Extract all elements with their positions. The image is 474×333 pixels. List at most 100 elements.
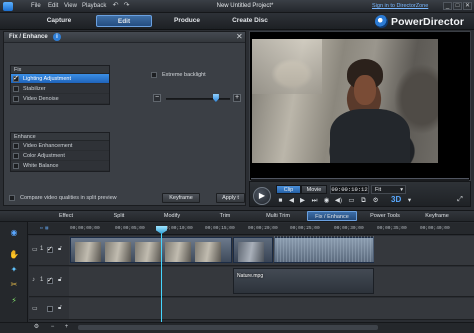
chevron-down-icon[interactable]: ▾ — [405, 196, 414, 205]
clip-waveform — [274, 236, 374, 262]
audio-track-icon: ♪ — [32, 277, 35, 283]
white-balance-checkbox[interactable] — [13, 163, 19, 169]
enhance-item-video-enhancement[interactable]: Video Enhancement — [11, 141, 109, 151]
video-clip-2[interactable] — [233, 237, 273, 263]
tab-keyframe[interactable]: Keyframe — [416, 211, 458, 221]
3d-mode-icon[interactable]: 3D — [391, 195, 401, 204]
close-button[interactable]: ✕ — [463, 2, 472, 10]
effect-room-icon[interactable]: ✦ — [9, 265, 19, 275]
audio-clip[interactable]: Nature.mpg — [233, 268, 374, 294]
clip-thumbnail — [238, 242, 264, 262]
track-3-lane[interactable] — [69, 298, 474, 320]
tab-multi-trim[interactable]: Multi Trim — [258, 211, 298, 221]
movie-mode-button[interactable]: Movie — [301, 185, 327, 194]
video-track-header: ▭ 1 🔓︎ — [29, 236, 69, 266]
redo-icon[interactable]: ↷ — [122, 2, 131, 10]
lighting-adjustment-checkbox[interactable] — [13, 74, 19, 84]
volume-icon[interactable]: ◀) — [334, 196, 343, 205]
compare-split-preview-checkbox[interactable] — [9, 195, 15, 201]
document-title: New Untitled Project* — [216, 3, 274, 9]
video-subject-body — [330, 109, 410, 163]
extreme-backlight-checkbox[interactable] — [151, 72, 157, 78]
hand-tool-icon[interactable]: ✋ — [9, 250, 19, 260]
split-tool-icon[interactable]: ✂ — [9, 280, 19, 290]
timeline-view-toggle[interactable]: ▭ ▤ — [40, 226, 48, 231]
track-3-icon: ▭ — [32, 306, 38, 312]
audio-track-enable-checkbox[interactable] — [47, 276, 53, 284]
video-background — [252, 39, 322, 94]
menu-playback[interactable]: Playback — [82, 3, 106, 9]
settings-icon[interactable]: ⚙ — [371, 196, 380, 205]
timeline-scrollbar[interactable] — [78, 325, 378, 330]
zoom-in-icon[interactable]: + — [62, 323, 71, 332]
expand-preview-icon[interactable]: ⤢ — [455, 195, 465, 204]
timecode-display[interactable]: 00:00:10:12 — [330, 185, 369, 194]
video-track-enable-checkbox[interactable] — [47, 245, 53, 253]
menu-file[interactable]: File — [31, 3, 41, 9]
track-manager-icon[interactable]: ⚙ — [32, 323, 41, 332]
timeline-view-icon[interactable]: ◉ — [9, 228, 19, 238]
tick-label: 00;00;40;00 — [420, 226, 450, 231]
enhance-item-color-adjustment[interactable]: Color Adjustment — [11, 151, 109, 161]
tick-label: 00;00;10;00 — [163, 226, 193, 231]
zoom-out-icon[interactable]: − — [48, 323, 57, 332]
tab-trim[interactable]: Trim — [207, 211, 243, 221]
fix-item-stabilizer[interactable]: Stabilizer — [11, 84, 109, 94]
video-enhancement-checkbox[interactable] — [13, 143, 19, 149]
tab-fix-enhance[interactable]: Fix / Enhance — [307, 211, 357, 221]
tick-label: 00;00;25;00 — [290, 226, 320, 231]
fix-item-lighting-adjustment[interactable]: Lighting Adjustment — [11, 74, 109, 84]
tab-power-tools[interactable]: Power Tools — [363, 211, 407, 221]
track-3-enable-checkbox[interactable] — [47, 306, 53, 312]
tick-label: 00;00;15;00 — [205, 226, 235, 231]
minimize-button[interactable]: _ — [443, 2, 452, 10]
tick-label: 00;00;00;00 — [70, 226, 100, 231]
stop-icon[interactable]: ■ — [276, 196, 285, 205]
lock-icon[interactable]: 🔓︎ — [58, 277, 62, 284]
play-button[interactable]: ▶ — [253, 187, 271, 205]
video-clip[interactable] — [70, 237, 232, 263]
tab-modify[interactable]: Modify — [154, 211, 190, 221]
display-settings-icon[interactable]: ▭ — [347, 196, 356, 205]
maximize-button[interactable]: □ — [453, 2, 462, 10]
fix-item-video-denoise[interactable]: Video Denoise — [11, 94, 109, 104]
color-adjustment-checkbox[interactable] — [13, 153, 19, 159]
undo-icon[interactable]: ↶ — [111, 2, 120, 10]
menu-view[interactable]: View — [64, 3, 77, 9]
previous-frame-icon[interactable]: ◀ — [287, 196, 296, 205]
stabilizer-checkbox[interactable] — [13, 86, 19, 92]
enhance-item-white-balance[interactable]: White Balance — [11, 161, 109, 171]
info-icon[interactable]: i — [53, 33, 61, 41]
zoom-fit-select[interactable]: Fit ▾ — [371, 185, 406, 194]
next-frame-icon[interactable]: ▶ — [298, 196, 307, 205]
track-3-header: ▭ 🔓︎ — [29, 298, 69, 320]
tab-produce[interactable]: Produce — [166, 15, 208, 27]
slider-increase-button[interactable]: + — [233, 94, 241, 102]
slider-decrease-button[interactable]: − — [153, 94, 161, 102]
video-track-icon: ▭ — [32, 247, 38, 253]
tab-split[interactable]: Split — [101, 211, 137, 221]
undock-icon[interactable]: ⧉ — [359, 196, 368, 205]
audio-track-header: ♪ 1 🔓︎ — [29, 267, 69, 297]
tab-create-disc[interactable]: Create Disc — [222, 15, 278, 27]
tab-capture[interactable]: Capture — [36, 15, 82, 27]
tab-effect[interactable]: Effect — [48, 211, 84, 221]
video-denoise-checkbox[interactable] — [13, 96, 19, 102]
panel-close-icon[interactable]: ✕ — [236, 33, 243, 41]
menu-edit[interactable]: Edit — [48, 3, 58, 9]
signin-link[interactable]: Sign in to DirectorZone — [372, 3, 428, 9]
lock-icon[interactable]: 🔓︎ — [58, 246, 62, 253]
keyframe-button[interactable]: Keyframe — [162, 193, 200, 203]
enhance-item-label: Color Adjustment — [23, 153, 65, 159]
timeline-playhead[interactable] — [161, 229, 162, 325]
clip-thumbnail — [105, 242, 131, 262]
clip-mode-button[interactable]: Clip — [276, 185, 301, 194]
adjustment-slider-track[interactable] — [166, 98, 230, 100]
apply-button[interactable]: Apply t — [216, 193, 245, 203]
lock-icon[interactable]: 🔓︎ — [58, 305, 62, 312]
audio-mixing-icon[interactable]: ⚡ — [9, 296, 19, 306]
timeline-tool-column: ◉ ✋ ✦ ✂ ⚡ — [0, 222, 28, 322]
tab-edit[interactable]: Edit — [96, 15, 152, 27]
fast-forward-icon[interactable]: ⏭ — [310, 196, 319, 205]
snapshot-icon[interactable]: ◉ — [322, 196, 331, 205]
